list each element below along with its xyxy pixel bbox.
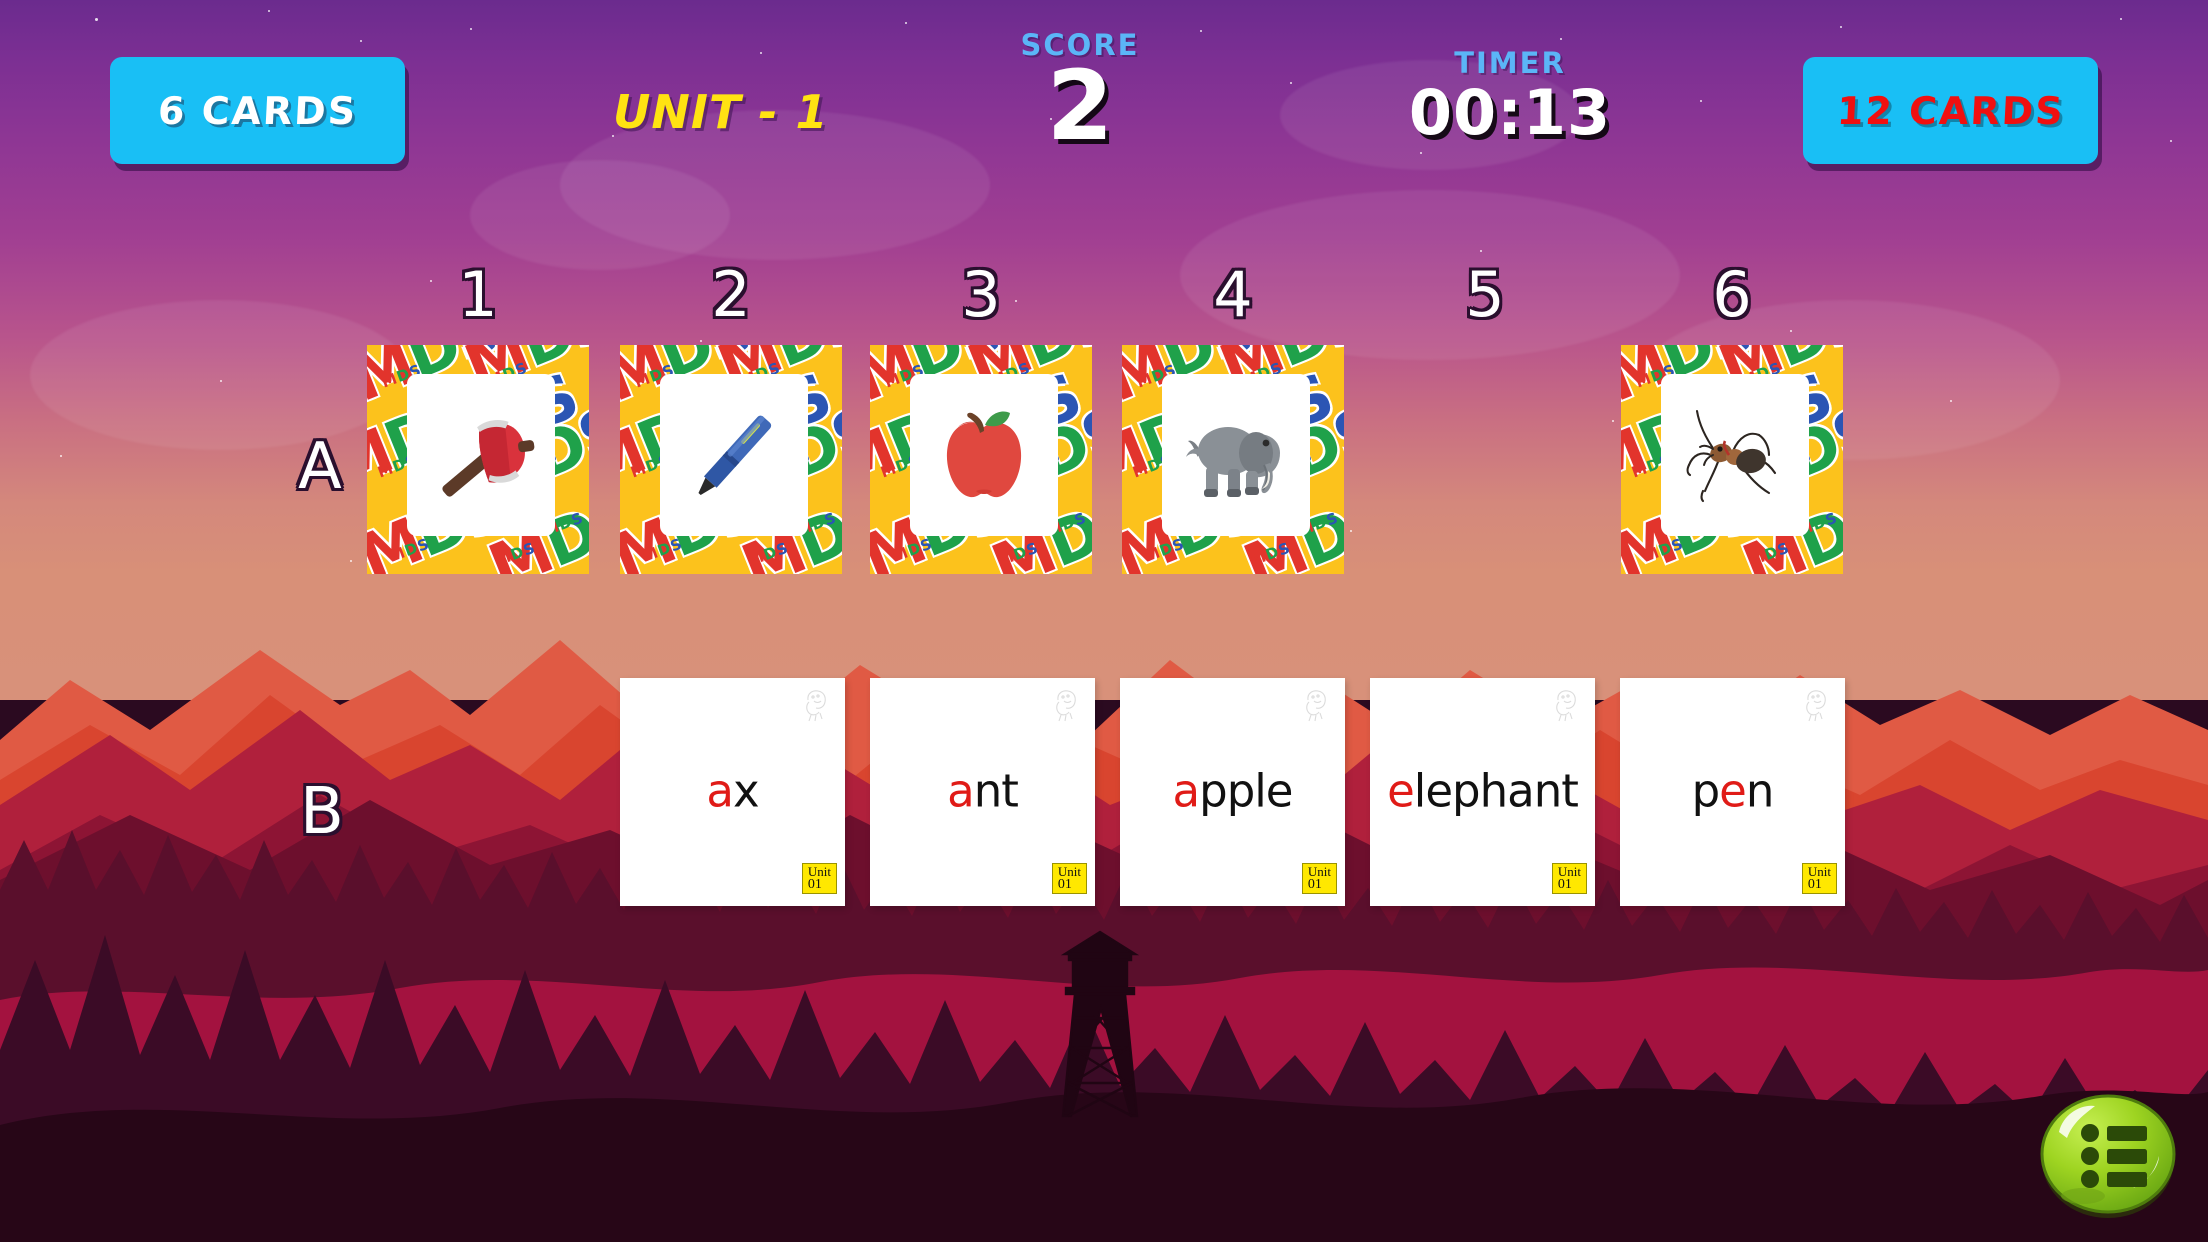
elephant-icon [1176, 395, 1296, 515]
column-number-2: 2 [711, 258, 751, 331]
twelve-cards-button[interactable]: 12 CARDS [1803, 57, 2098, 164]
list-menu-icon [2040, 1094, 2176, 1218]
watermark-icon [1799, 688, 1833, 724]
unit-badge: Unit 01 [1051, 863, 1087, 894]
unit-badge-number: 01 [1557, 877, 1572, 892]
word-card-pen[interactable]: pen Unit 01 [1620, 678, 1845, 906]
unit-badge-number: 01 [1057, 877, 1072, 892]
unit-label: UNIT - 1 [613, 85, 829, 139]
unit-badge: Unit 01 [1301, 863, 1337, 894]
six-cards-button[interactable]: 6 CARDS [110, 57, 405, 164]
row-label-a: A [298, 430, 342, 504]
unit-badge: Unit 01 [1551, 863, 1587, 894]
picture-card-6[interactable]: MDSMDSMDSMDSMDSMDSMDSMDSMDSMDSMDSMDSMDSM… [1621, 345, 1843, 574]
watermark-icon [1549, 688, 1583, 724]
picture-card-image-frame [1162, 374, 1310, 536]
apple-icon [924, 395, 1044, 515]
picture-card-image-frame [910, 374, 1058, 536]
unit-badge-number: 01 [1807, 877, 1822, 892]
timer-caption: TIMER [1454, 46, 1566, 80]
axe-icon [421, 395, 541, 515]
column-number-1: 1 [458, 258, 498, 331]
picture-card-image-frame [1661, 374, 1809, 536]
watermark-icon [1049, 688, 1083, 724]
twelve-cards-label: 12 CARDS [1835, 88, 2066, 133]
column-number-4: 4 [1213, 258, 1253, 331]
picture-card-4[interactable]: MDSMDSMDSMDSMDSMDSMDSMDSMDSMDSMDSMDSMDSM… [1122, 345, 1344, 574]
score-display: SCORE 2 [980, 28, 1180, 154]
top-hud: 6 CARDS UNIT - 1 SCORE 2 TIMER 00:13 12 … [0, 0, 2208, 190]
picture-card-image-frame [407, 374, 555, 536]
word-card-ant[interactable]: ant Unit 01 [870, 678, 1095, 906]
unit-badge-number: 01 [1307, 877, 1322, 892]
game-stage: 6 CARDS UNIT - 1 SCORE 2 TIMER 00:13 12 … [0, 0, 2208, 1242]
column-number-3: 3 [961, 258, 1001, 331]
picture-card-image-frame [660, 374, 808, 536]
column-number-5: 5 [1465, 258, 1505, 331]
word-card-ax[interactable]: ax Unit 01 [620, 678, 845, 906]
unit-badge: Unit 01 [801, 863, 837, 894]
word-text: pen [1691, 764, 1775, 818]
word-text: elephant [1387, 764, 1579, 818]
column-number-row: 1 2 3 4 5 6 [0, 258, 2208, 331]
menu-button[interactable] [2033, 1088, 2183, 1220]
timer-value: 00:13 [1408, 76, 1612, 149]
word-text: apple [1172, 764, 1294, 818]
word-text: ax [706, 764, 759, 818]
score-value: 2 [1046, 50, 1114, 162]
watermark-icon [799, 688, 833, 724]
pen-icon [674, 395, 794, 515]
watchtower-icon [1060, 930, 1140, 1118]
picture-card-2[interactable]: MDSMDSMDSMDSMDSMDSMDSMDSMDSMDSMDSMDSMDSM… [620, 345, 842, 574]
timer-display: TIMER 00:13 [1400, 46, 1620, 146]
ant-icon [1675, 395, 1795, 515]
column-number-6: 6 [1712, 258, 1752, 331]
watermark-icon [1299, 688, 1333, 724]
word-card-elephant[interactable]: elephant Unit 01 [1370, 678, 1595, 906]
word-card-apple[interactable]: apple Unit 01 [1120, 678, 1345, 906]
picture-card-3[interactable]: MDSMDSMDSMDSMDSMDSMDSMDSMDSMDSMDSMDSMDSM… [870, 345, 1092, 574]
six-cards-label: 6 CARDS [156, 88, 359, 133]
unit-badge: Unit 01 [1801, 863, 1837, 894]
picture-card-1[interactable]: MDSMDSMDSMDSMDSMDSMDSMDSMDSMDSMDSMDSMDSM… [367, 345, 589, 574]
word-text: ant [947, 764, 1019, 818]
row-label-b: B [300, 775, 344, 849]
unit-badge-number: 01 [807, 877, 822, 892]
